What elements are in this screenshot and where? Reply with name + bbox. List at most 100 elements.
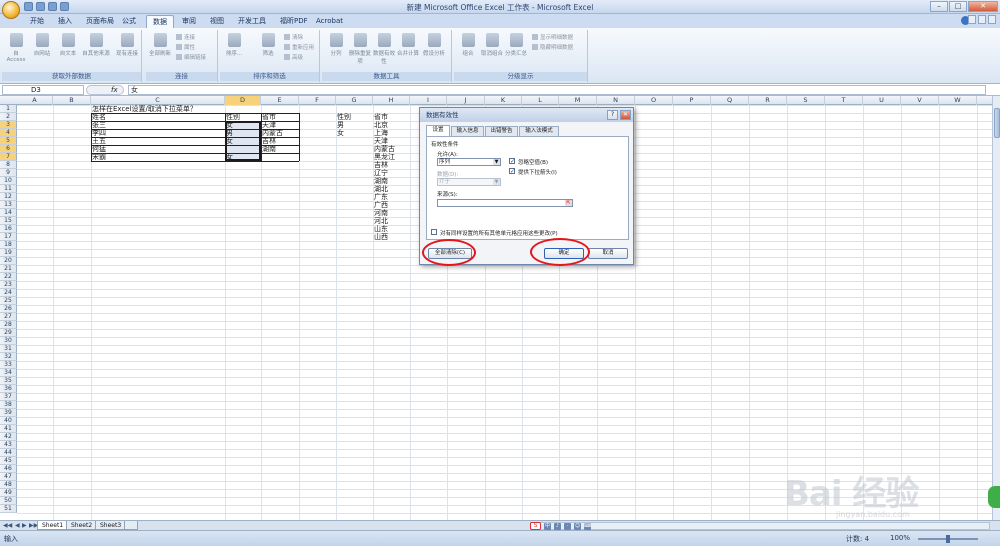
- workbook-minimize-button[interactable]: [968, 15, 976, 24]
- sheet-tab-3[interactable]: Sheet3: [95, 521, 127, 530]
- remove-duplicates-button[interactable]: 删除重复项: [348, 33, 372, 65]
- cell-G4[interactable]: 女: [336, 129, 373, 137]
- row-header[interactable]: 46: [0, 465, 17, 473]
- row-header[interactable]: 14: [0, 209, 17, 217]
- cell-H3[interactable]: 北京: [373, 121, 410, 129]
- column-header[interactable]: V: [901, 96, 939, 105]
- cancel-button[interactable]: 取消: [588, 248, 628, 259]
- ime-sound-icon[interactable]: ♪: [554, 522, 561, 530]
- row-header[interactable]: 22: [0, 273, 17, 281]
- cell-H11[interactable]: 湖北: [373, 185, 410, 193]
- row-header[interactable]: 27: [0, 313, 17, 321]
- consolidate-button[interactable]: 合并计算: [396, 33, 420, 57]
- ribbon-tab[interactable]: 插入: [52, 15, 78, 28]
- vertical-scrollbar[interactable]: [992, 96, 1000, 520]
- ungroup-button[interactable]: 取消组合: [480, 33, 504, 57]
- column-header[interactable]: H: [373, 96, 410, 105]
- close-button[interactable]: ✕: [968, 1, 998, 12]
- row-header[interactable]: 11: [0, 185, 17, 193]
- row-header[interactable]: 28: [0, 321, 17, 329]
- sogou-icon[interactable]: S: [530, 522, 541, 530]
- data-validation-button[interactable]: 数据有效性: [372, 33, 396, 65]
- workbook-close-button[interactable]: [988, 15, 996, 24]
- refresh-all-button[interactable]: 全部刷新: [148, 33, 172, 57]
- prev-sheet-icon[interactable]: ◀: [15, 522, 20, 529]
- dialog-help-button[interactable]: ?: [607, 110, 618, 120]
- row-header[interactable]: 42: [0, 433, 17, 441]
- tab-ime-mode[interactable]: 输入法模式: [519, 126, 559, 136]
- ribbon-tab[interactable]: 开始: [24, 15, 50, 28]
- from-access-button[interactable]: 自 Access: [4, 33, 28, 63]
- formula-input[interactable]: 女: [128, 85, 986, 95]
- floating-widget[interactable]: [988, 486, 1000, 508]
- column-header[interactable]: E: [261, 96, 299, 105]
- row-header[interactable]: 30: [0, 337, 17, 345]
- cell-H7[interactable]: 黑龙江: [373, 153, 410, 161]
- column-header[interactable]: Q: [711, 96, 749, 105]
- column-header[interactable]: O: [635, 96, 673, 105]
- row-header[interactable]: 38: [0, 401, 17, 409]
- column-header[interactable]: G: [336, 96, 373, 105]
- column-header[interactable]: K: [485, 96, 522, 105]
- cell-H13[interactable]: 广西: [373, 201, 410, 209]
- row-header[interactable]: 15: [0, 217, 17, 225]
- cell-H12[interactable]: 广东: [373, 193, 410, 201]
- row-header[interactable]: 33: [0, 361, 17, 369]
- filter-button[interactable]: 筛选: [256, 33, 280, 57]
- row-header[interactable]: 37: [0, 393, 17, 401]
- column-header[interactable]: J: [447, 96, 485, 105]
- what-if-button[interactable]: 假设分析: [422, 33, 446, 57]
- apply-all-checkbox[interactable]: [431, 229, 437, 235]
- row-header[interactable]: 41: [0, 425, 17, 433]
- row-header[interactable]: 7: [0, 153, 17, 161]
- office-button[interactable]: [2, 1, 20, 19]
- column-header[interactable]: L: [522, 96, 559, 105]
- text-to-columns-button[interactable]: 分列: [324, 33, 348, 57]
- cell-E7[interactable]: [261, 153, 299, 161]
- row-header[interactable]: 39: [0, 409, 17, 417]
- row-header[interactable]: 43: [0, 441, 17, 449]
- row-header[interactable]: 29: [0, 329, 17, 337]
- source-input[interactable]: ⇱: [437, 199, 573, 207]
- row-header[interactable]: 25: [0, 297, 17, 305]
- existing-connections-button[interactable]: 现有连接: [114, 33, 140, 57]
- from-web-button[interactable]: 自网站: [30, 33, 54, 57]
- row-header[interactable]: 4: [0, 129, 17, 137]
- column-header[interactable]: R: [749, 96, 787, 105]
- row-header[interactable]: 50: [0, 497, 17, 505]
- cell-C1[interactable]: 怎样在Excel设置/取消下拉菜单？: [91, 105, 291, 113]
- column-header[interactable]: C: [91, 96, 225, 105]
- collapse-dialog-icon[interactable]: ⇱: [565, 200, 572, 206]
- properties-button[interactable]: 属性: [176, 43, 195, 51]
- ime-punct-icon[interactable]: ·: [564, 522, 571, 530]
- column-header[interactable]: S: [787, 96, 825, 105]
- cell-H15[interactable]: 河北: [373, 217, 410, 225]
- cell-H2[interactable]: 省市: [373, 113, 410, 121]
- advanced-filter-button[interactable]: 高级: [284, 53, 303, 61]
- ime-keyboard-icon[interactable]: ⌨: [584, 522, 591, 530]
- maximize-button[interactable]: □: [949, 1, 967, 12]
- row-header[interactable]: 21: [0, 265, 17, 273]
- hide-detail-button[interactable]: 隐藏明细数据: [532, 43, 573, 51]
- sort-button[interactable]: 排序...: [222, 33, 246, 57]
- row-header[interactable]: 47: [0, 473, 17, 481]
- clear-filter-button[interactable]: 清除: [284, 33, 303, 41]
- row-header[interactable]: 16: [0, 225, 17, 233]
- row-header[interactable]: 18: [0, 241, 17, 249]
- subtotal-button[interactable]: 分类汇总: [504, 33, 528, 57]
- row-header[interactable]: 20: [0, 257, 17, 265]
- row-header[interactable]: 35: [0, 377, 17, 385]
- cell-H16[interactable]: 山东: [373, 225, 410, 233]
- row-header[interactable]: 31: [0, 345, 17, 353]
- column-header[interactable]: I: [410, 96, 447, 105]
- tab-input-message[interactable]: 输入信息: [451, 126, 484, 136]
- first-sheet-icon[interactable]: ◀◀: [3, 522, 12, 529]
- sheet-tab-1[interactable]: Sheet1: [37, 521, 69, 530]
- next-sheet-icon[interactable]: ▶: [22, 522, 27, 529]
- column-header[interactable]: B: [53, 96, 91, 105]
- row-header[interactable]: 24: [0, 289, 17, 297]
- ribbon-tab[interactable]: 页面布局: [80, 15, 120, 28]
- cell-C5[interactable]: 王五: [91, 137, 225, 145]
- tab-settings[interactable]: 设置: [426, 125, 450, 136]
- edit-links-button[interactable]: 编辑链接: [176, 53, 206, 61]
